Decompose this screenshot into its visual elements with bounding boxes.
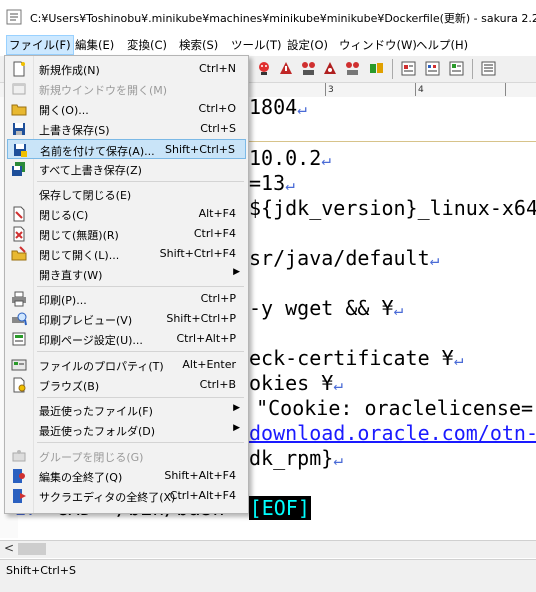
code-line: r "Cookie: oraclelicense= <box>232 396 534 420</box>
menu-item-new-window: 新規ウインドウを開く(M) <box>7 79 246 99</box>
find-prev-icon[interactable] <box>300 60 317 77</box>
menu-bar: ファイル(F) 編集(E) 変換(C) 検索(S) ツール(T) 設定(O) ウ… <box>0 34 536 57</box>
status-text: Shift+Ctrl+S <box>6 564 76 577</box>
exit-edit-icon <box>13 469 25 483</box>
close-untitled-icon <box>13 226 25 242</box>
menu-item-properties[interactable]: ファイルのプロパティ(T) Alt+Enter <box>7 355 246 375</box>
window-title: C:¥Users¥Toshinobu¥.minikube¥machines¥mi… <box>30 12 536 25</box>
bookmark-icon[interactable] <box>368 60 385 77</box>
menu-edit[interactable]: 編集(E) <box>75 37 114 53</box>
ruler-tick-line <box>505 83 506 96</box>
replace-icon[interactable] <box>322 60 339 77</box>
menu-item-new[interactable]: 新規作成(N) Ctrl+N <box>7 59 246 79</box>
menu-separator <box>37 286 244 287</box>
code-line: okies ¥↵ <box>249 371 343 395</box>
settings-list-icon[interactable] <box>480 60 497 77</box>
menu-item-reopen[interactable]: 開き直す(W) ▶ <box>7 264 246 284</box>
save-icon <box>13 123 25 135</box>
grep-icon[interactable] <box>256 60 273 77</box>
menu-item-recent-files[interactable]: 最近使ったファイル(F) ▶ <box>7 400 246 420</box>
code-line: ${jdk_version}_linux-x64. <box>249 196 536 220</box>
menu-tools[interactable]: ツール(T) <box>231 37 282 53</box>
close-group-icon <box>12 450 26 462</box>
menu-item-exit-edit[interactable]: 編集の全終了(Q) Shift+Alt+F4 <box>7 466 246 486</box>
title-bar: C:¥Users¥Toshinobu¥.minikube¥machines¥mi… <box>0 0 536 34</box>
scroll-left-arrow[interactable]: < <box>4 541 14 555</box>
properties-icon <box>11 359 27 371</box>
menu-separator <box>37 397 244 398</box>
menu-window[interactable]: ウィンドウ(W) <box>339 37 417 53</box>
save-as-icon <box>14 144 27 157</box>
menu-item-save[interactable]: 上書き保存(S) Ctrl+S <box>7 119 246 139</box>
menu-item-save-all[interactable]: すべて上書き保存(Z) <box>7 159 246 179</box>
menu-item-close-untitled[interactable]: 閉じて(無題)(R) Ctrl+F4 <box>7 224 246 244</box>
exit-all-icon <box>13 489 26 503</box>
save-all-icon <box>12 162 25 176</box>
menu-item-close-open[interactable]: 閉じて開く(L)... Shift+Ctrl+F4 <box>7 244 246 264</box>
menu-item-print[interactable]: 印刷(P)... Ctrl+P <box>7 289 246 309</box>
mark-icon[interactable] <box>344 60 361 77</box>
open-folder-icon <box>11 104 27 116</box>
menu-item-save-close[interactable]: 保存して閉じる(E) <box>7 184 246 204</box>
menu-item-exit-all[interactable]: サクラエディタの全終了(X) Ctrl+Alt+F4 <box>7 486 246 506</box>
menu-separator <box>37 351 244 352</box>
scrollbar-thumb[interactable] <box>18 543 46 555</box>
code-line: eck-certificate ¥↵ <box>249 346 464 370</box>
page-setup-icon <box>12 332 26 346</box>
code-line: sr/java/default↵ <box>249 246 440 270</box>
outline-icon[interactable] <box>424 60 441 77</box>
browse-icon <box>13 377 26 393</box>
menu-separator <box>37 442 244 443</box>
ruler-tick-line <box>415 83 416 96</box>
submenu-arrow-icon: ▶ <box>233 403 240 413</box>
toolbar-separator <box>472 59 473 79</box>
menu-search[interactable]: 検索(S) <box>179 37 218 53</box>
code-line: download.oracle.com/otn-p <box>249 421 536 445</box>
menu-separator <box>37 181 244 182</box>
menu-file[interactable]: ファイル(F) <box>6 35 74 55</box>
menu-settings[interactable]: 設定(O) <box>287 37 328 53</box>
code-line: 10.0.2↵ <box>249 146 331 170</box>
eof-marker: [EOF] <box>248 496 311 520</box>
code-line: 1804↵ <box>249 97 307 119</box>
compare-icon[interactable] <box>448 60 465 77</box>
close-open-icon <box>11 246 27 261</box>
menu-item-save-as[interactable]: 名前を付けて保存(A)... Shift+Ctrl+S <box>7 139 246 159</box>
url-link[interactable]: download.oracle.com/otn-p <box>249 421 536 445</box>
submenu-arrow-icon: ▶ <box>233 423 240 433</box>
horizontal-scrollbar[interactable]: < <box>0 540 536 558</box>
code-line: dk_rpm}↵ <box>249 446 343 470</box>
ruler-tick-label: 4 <box>418 85 424 95</box>
status-bar: Shift+Ctrl+S <box>0 559 536 592</box>
menu-item-print-preview[interactable]: 印刷プレビュー(V) Shift+Ctrl+P <box>7 309 246 329</box>
print-icon <box>12 291 26 307</box>
submenu-arrow-icon: ▶ <box>233 267 240 277</box>
menu-help[interactable]: ヘルプ(H) <box>416 37 468 53</box>
menu-item-browse[interactable]: ブラウズ(B) Ctrl+B <box>7 375 246 395</box>
tag-jump-icon[interactable] <box>400 60 417 77</box>
menu-convert[interactable]: 変換(C) <box>127 37 167 53</box>
print-preview-icon <box>12 312 27 326</box>
new-window-icon <box>12 83 26 95</box>
find-next-icon[interactable] <box>278 60 295 77</box>
menu-item-close[interactable]: 閉じる(C) Alt+F4 <box>7 204 246 224</box>
ruler-tick-label: 3 <box>328 85 334 95</box>
new-file-icon <box>13 61 25 77</box>
file-menu-dropdown: 新規作成(N) Ctrl+N 新規ウインドウを開く(M) 開く(O)... Ctrl… <box>4 55 249 514</box>
menu-item-page-setup[interactable]: 印刷ページ設定(U)... Ctrl+Alt+P <box>7 329 246 349</box>
sakura-app-icon <box>6 9 22 25</box>
menu-item-recent-folders[interactable]: 最近使ったフォルダ(D) ▶ <box>7 420 246 440</box>
toolbar-separator <box>392 59 393 79</box>
menu-item-close-group: グループを閉じる(G) <box>7 446 246 466</box>
code-line: =13↵ <box>249 171 295 195</box>
close-doc-icon <box>13 206 25 222</box>
code-line: -y wget && ¥↵ <box>249 296 404 320</box>
ruler-tick-line <box>325 83 326 96</box>
menu-item-open[interactable]: 開く(O)... Ctrl+O <box>7 99 246 119</box>
